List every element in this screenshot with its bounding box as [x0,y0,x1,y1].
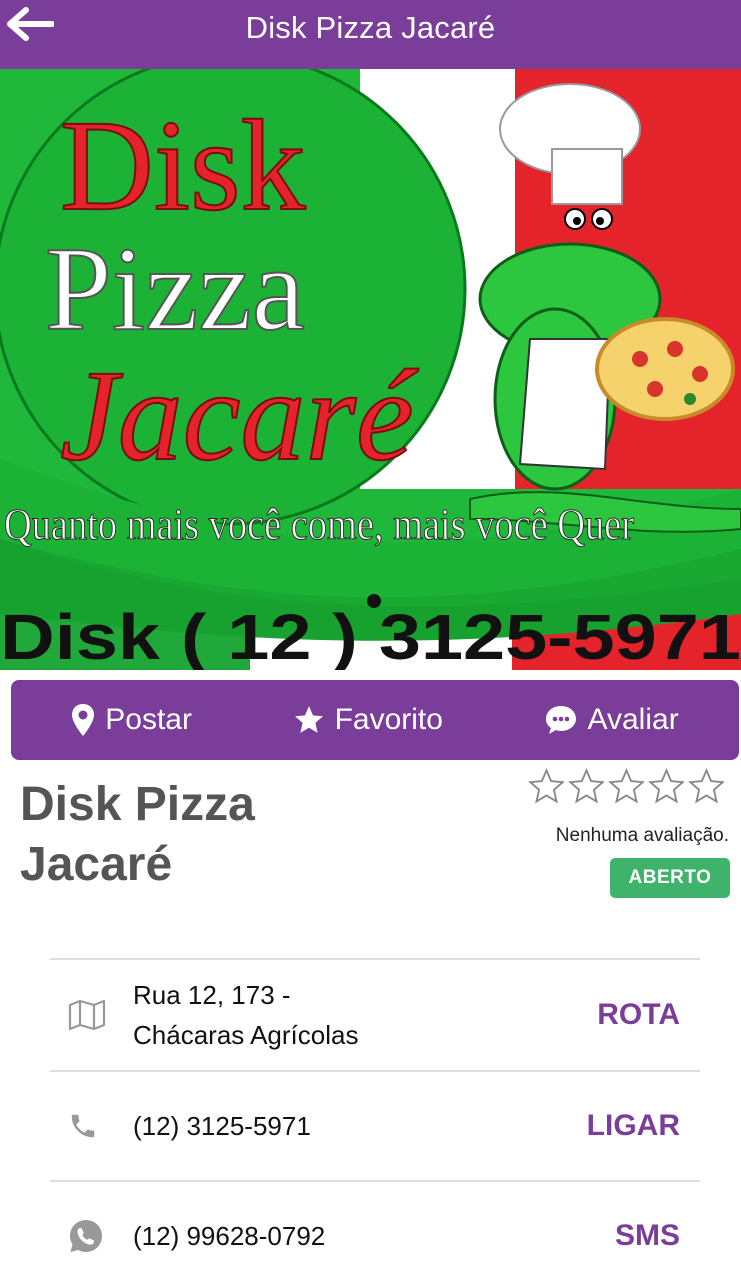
address-line2: Chácaras Agrícolas [133,1020,359,1050]
phone-icon [71,1114,95,1138]
action-bar: Postar Favorito Avaliar [11,680,739,760]
rota-button[interactable]: ROTA [597,998,680,1032]
address-line1: Rua 12, 173 - [133,980,291,1010]
whatsapp-row[interactable]: (12) 99628-0792 SMS [50,1180,700,1276]
banner-phone-text: Disk ( 12 ) 3125-5971 [0,601,741,670]
rating-text: Nenhuma avaliação. [555,825,729,846]
contact-list: Rua 12, 173 - Chácaras Agrícolas ROTA (1… [50,958,700,1276]
ligar-button[interactable]: LIGAR [587,1109,680,1143]
address-text: Rua 12, 173 - Chácaras Agrícolas [133,975,358,1055]
star-empty-icon [568,768,605,804]
avaliar-button[interactable]: Avaliar [544,703,679,737]
address-row[interactable]: Rua 12, 173 - Chácaras Agrícolas ROTA [50,958,700,1070]
map-icon [68,999,106,1031]
whatsapp-icon [70,1220,102,1252]
banner-line-jacare: Jacaré [60,344,419,488]
banner-slogan: Quanto mais você come, mais você Quer [4,500,634,549]
star-empty-icon [688,768,725,804]
favorito-button[interactable]: Favorito [293,703,443,737]
whatsapp-text: (12) 99628-0792 [133,1221,326,1251]
back-button[interactable] [6,6,55,42]
phone-row[interactable]: (12) 3125-5971 LIGAR [50,1070,700,1180]
chat-bubble-icon [545,706,576,734]
avaliar-label: Avaliar [587,703,679,736]
page-title: Disk Pizza Jacaré [245,9,496,45]
status-badge: ABERTO [610,858,730,898]
star-icon [294,706,323,733]
postar-label: Postar [105,703,192,736]
banner-line-pizza: Pizza [45,222,305,355]
business-name: Disk Pizza Jacaré [20,778,255,891]
banner-line-disk: Disk [60,94,306,238]
star-empty-icon [528,768,565,804]
phone-text: (12) 3125-5971 [133,1111,311,1141]
rating-stars [528,768,725,805]
map-pin-icon [72,704,95,736]
sms-button[interactable]: SMS [615,1219,680,1253]
app-header: Disk Pizza Jacaré [0,0,741,69]
star-empty-icon [608,768,645,804]
arrow-left-icon [7,7,55,41]
postar-button[interactable]: Postar [71,703,192,737]
business-banner-image: Disk Pizza Jacaré Quanto mais você come,… [0,69,741,670]
favorito-label: Favorito [334,703,443,736]
star-empty-icon [648,768,685,804]
